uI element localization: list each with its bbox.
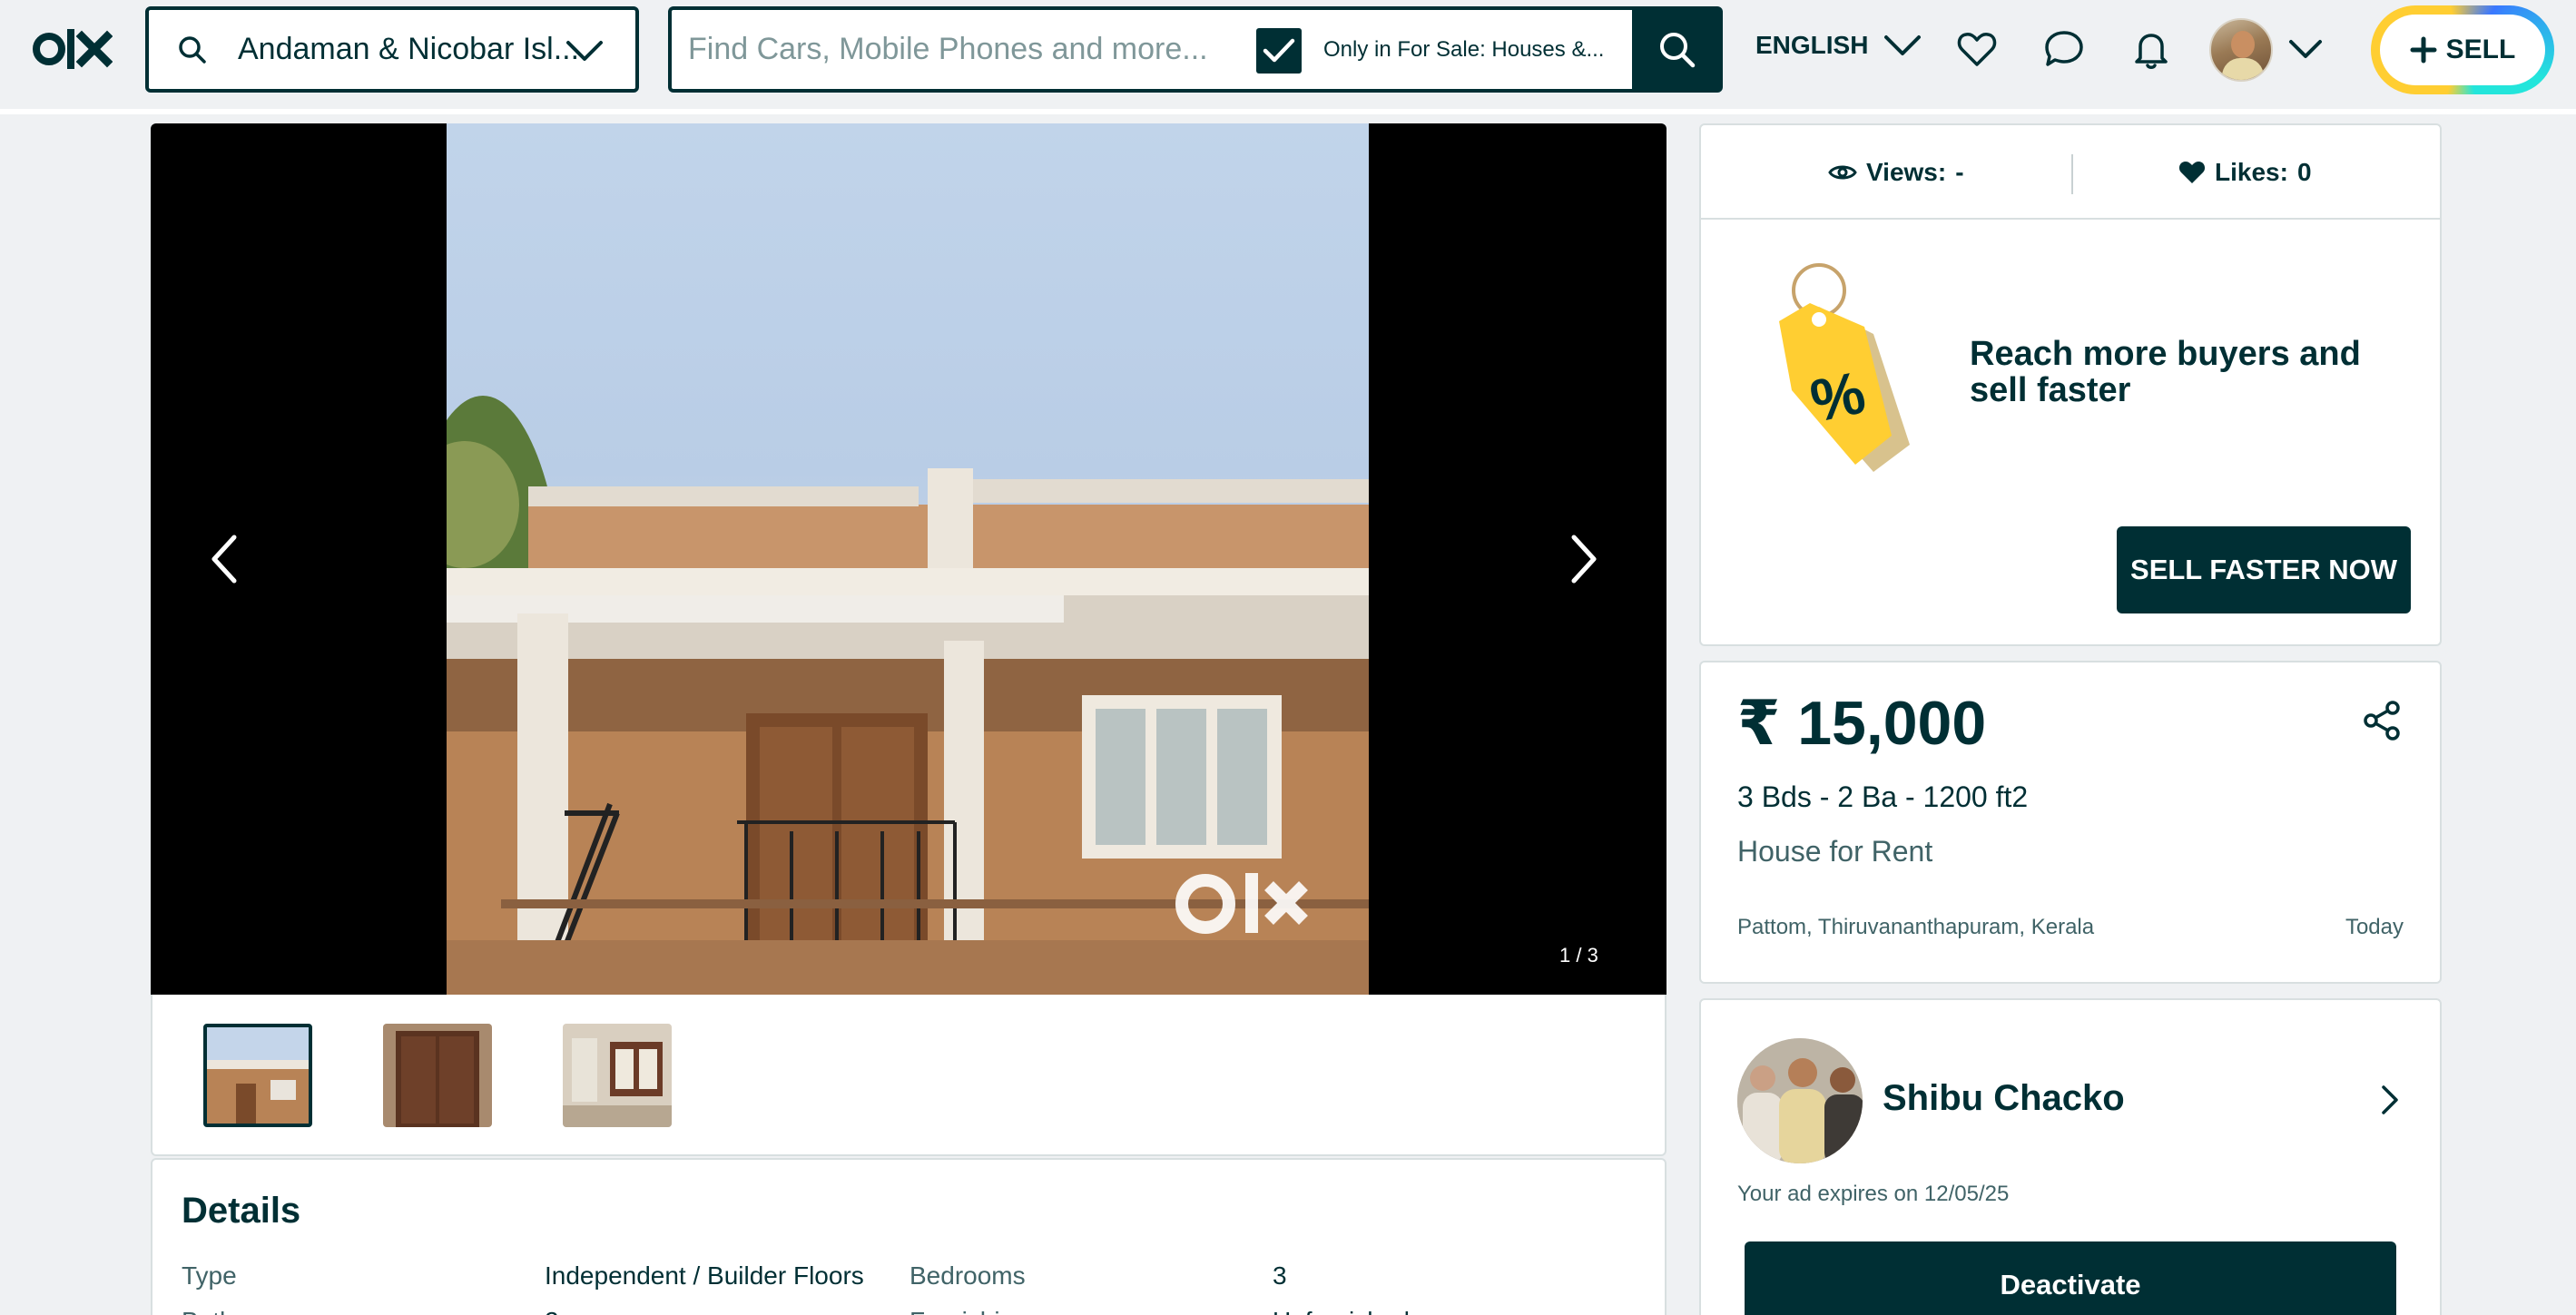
detail-value-bathrooms: 2	[545, 1307, 559, 1315]
detail-value-bedrooms: 3	[1273, 1261, 1287, 1290]
seller-avatar[interactable]	[1737, 1038, 1863, 1163]
detail-label-bedrooms: Bedrooms	[909, 1261, 1026, 1290]
location-selector[interactable]: Andaman & Nicobar Isl...	[145, 6, 639, 93]
deactivate-button[interactable]: Deactivate	[1745, 1241, 2396, 1315]
next-image-arrow[interactable]	[1558, 523, 1612, 595]
discount-tag-icon: %	[1779, 263, 1910, 472]
chevron-left-icon	[211, 535, 237, 584]
chevron-right-icon[interactable]	[2376, 1082, 2404, 1118]
seller-photo	[1737, 1038, 1863, 1163]
seller-name[interactable]: Shibu Chacko	[1883, 1078, 2125, 1119]
chat-icon[interactable]	[2042, 27, 2086, 71]
sell-button[interactable]: SELL	[2380, 15, 2545, 85]
plus-icon	[2410, 36, 2437, 64]
search-button[interactable]	[1632, 6, 1723, 93]
chevron-down-icon	[566, 41, 603, 61]
likes-value: 0	[2296, 158, 2312, 186]
only-in-category-checkbox[interactable]	[1256, 28, 1302, 74]
details-title: Details	[182, 1191, 301, 1231]
thumbnail-image	[563, 1024, 672, 1127]
top-header: Andaman & Nicobar Isl... Only in For Sal…	[0, 0, 2576, 114]
detail-value-type: Independent / Builder Floors	[545, 1261, 864, 1290]
olx-logo[interactable]	[33, 24, 113, 74]
listing-specs: 3 Bds - 2 Ba - 1200 ft2	[1737, 780, 2029, 813]
bell-icon[interactable]	[2129, 27, 2173, 71]
thumbnail-strip	[151, 995, 1667, 1156]
image-counter: 1 / 3	[1559, 944, 1598, 967]
chevron-right-icon	[1571, 535, 1597, 584]
thumbnail-image	[207, 1027, 309, 1124]
stats-divider	[2071, 154, 2073, 194]
listing-price: ₹ 15,000	[1737, 689, 1987, 758]
thumbnail-image	[383, 1024, 492, 1127]
eye-icon	[1828, 165, 1857, 180]
language-selector[interactable]: ENGLISH	[1755, 31, 1922, 60]
seller-card: Shibu Chacko Your ad expires on 12/05/25…	[1699, 998, 2442, 1315]
sell-label: SELL	[2445, 34, 2516, 64]
share-icon[interactable]	[2360, 699, 2404, 742]
only-in-category-label: Only in For Sale: Houses &...	[1323, 37, 1605, 62]
ad-stats-card: Views: - Likes: 0	[1699, 123, 2442, 220]
sell-faster-now-button[interactable]: SELL FASTER NOW	[2117, 526, 2411, 613]
views-label: Views:	[1866, 158, 1947, 186]
chevron-down-icon	[1884, 35, 1922, 55]
search-icon	[179, 35, 206, 64]
heart-icon	[2178, 162, 2206, 183]
search-bar: Only in For Sale: Houses &...	[668, 6, 1632, 93]
detail-label-bathrooms: Bathrooms	[182, 1307, 304, 1315]
views-value: -	[1955, 158, 1964, 186]
heart-icon[interactable]	[1955, 27, 1999, 71]
listing-location: Pattom, Thiruvananthapuram, Kerala	[1737, 915, 2095, 939]
detail-label-type: Type	[182, 1261, 237, 1290]
search-icon	[1660, 32, 1696, 67]
thumbnail-2[interactable]	[383, 1024, 492, 1127]
user-avatar[interactable]	[2209, 18, 2273, 82]
price-card: ₹ 15,000 3 Bds - 2 Ba - 1200 ft2 House f…	[1699, 661, 2442, 984]
listing-type: House for Rent	[1737, 835, 1933, 868]
views-stat: Views: -	[1828, 158, 1964, 187]
promo-text: Reach more buyers and sell faster	[1970, 335, 2361, 409]
likes-label: Likes:	[2215, 158, 2288, 186]
chevron-down-icon[interactable]	[2287, 36, 2324, 64]
image-gallery: 1 / 3	[151, 123, 1667, 995]
detail-value-furnishing: Unfurnished	[1273, 1307, 1410, 1315]
language-label: ENGLISH	[1755, 31, 1869, 59]
detail-label-furnishing: Furnishing	[909, 1307, 1028, 1315]
location-text: Andaman & Nicobar Isl...	[238, 32, 580, 66]
check-icon	[1263, 38, 1295, 63]
search-input[interactable]	[688, 32, 1233, 67]
ad-expiry-text: Your ad expires on 12/05/25	[1737, 1182, 2010, 1206]
previous-image-arrow[interactable]	[196, 523, 251, 595]
likes-stat: Likes: 0	[2178, 158, 2312, 187]
listing-date: Today	[2345, 915, 2404, 939]
details-section: Details Type Independent / Builder Floor…	[151, 1158, 1667, 1315]
promo-card: % Reach more buyers and sell faster SELL…	[1699, 220, 2442, 646]
thumbnail-1[interactable]	[203, 1024, 312, 1127]
thumbnail-3[interactable]	[563, 1024, 672, 1127]
house-photo	[447, 396, 1369, 995]
listing-photo[interactable]	[447, 123, 1369, 995]
